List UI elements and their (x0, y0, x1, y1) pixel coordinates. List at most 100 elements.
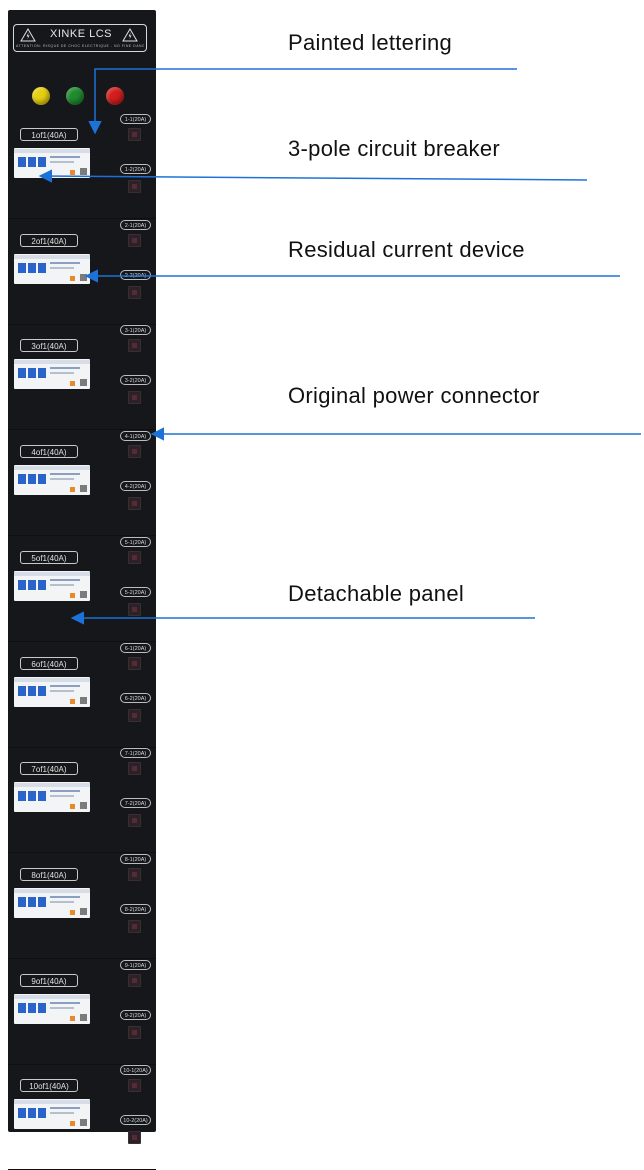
socket-label: 8-2(20A) (120, 903, 151, 914)
breaker-pole (18, 791, 26, 802)
power-connector (128, 339, 141, 353)
power-connector (128, 602, 141, 616)
callout-residual-current-device: Residual current device (288, 237, 525, 262)
circuit-breaker (14, 359, 90, 390)
breaker-pole (28, 685, 36, 696)
socket-label: 7-2(20A) (120, 798, 151, 809)
breaker-module: 6of1(40A) 6-1(20A) 6-2(20A) (8, 639, 156, 748)
module-label: 5of1(40A) (20, 550, 78, 564)
breaker-pole (18, 157, 26, 167)
breaker-pole (28, 1108, 36, 1119)
socket-label: 10-2(20A) (120, 1115, 151, 1126)
circuit-breaker (14, 253, 90, 284)
power-connector (128, 391, 141, 405)
power-connector (128, 708, 141, 722)
breaker-module: 7of1(40A) 7-1(20A) 7-2(20A) (8, 744, 156, 854)
indicator-lamp-red (106, 87, 124, 105)
module-label: 3of1(40A) (20, 339, 78, 353)
breaker-pole (28, 896, 36, 907)
power-connector (128, 445, 141, 459)
indicator-lamp-yellow (32, 87, 50, 105)
circuit-breaker (14, 465, 90, 496)
module-label: 7of1(40A) (20, 762, 78, 776)
breaker-pole (18, 579, 26, 590)
power-connector (128, 656, 141, 670)
breaker-pole (28, 791, 36, 802)
brand-plate: XINKE LCS ATTENTION: RISQUE DE CHOC ELEC… (13, 24, 147, 52)
module-label: 10of1(40A) (20, 1079, 78, 1093)
breaker-pole (18, 368, 26, 379)
socket-label: 6-1(20A) (120, 642, 151, 653)
power-connector (128, 814, 141, 828)
socket-label: 2-1(20A) (120, 219, 151, 230)
power-connector (128, 497, 141, 511)
breaker-pole (18, 685, 26, 696)
module-label: 1of1(40A) (20, 128, 78, 141)
circuit-breaker (14, 676, 90, 707)
socket-label: 1-2(20A) (120, 164, 151, 174)
callout-three-pole-circuit-breaker: 3-pole circuit breaker (288, 136, 501, 161)
circuit-breaker (14, 570, 90, 601)
breaker-pole (38, 474, 46, 485)
circuit-breaker (14, 148, 90, 178)
power-connector (128, 919, 141, 933)
breaker-pole (38, 1108, 46, 1119)
breaker-pole (38, 157, 46, 167)
warning-triangle-icon (20, 28, 36, 42)
power-connector (128, 233, 141, 247)
breaker-module: 8of1(40A) 8-1(20A) 8-2(20A) (8, 850, 156, 959)
socket-label: 2-2(20A) (120, 269, 151, 280)
breaker-pole (38, 262, 46, 273)
callout-painted-lettering: Painted lettering (288, 30, 453, 55)
socket-label: 7-1(20A) (120, 748, 151, 759)
breaker-pole (18, 474, 26, 485)
power-connector (128, 128, 141, 141)
power-connector (128, 1079, 141, 1093)
breaker-pole (38, 791, 46, 802)
distribution-panel: XINKE LCS ATTENTION: RISQUE DE CHOC ELEC… (8, 10, 156, 1170)
breaker-pole (28, 368, 36, 379)
socket-label: 3-2(20A) (120, 375, 151, 386)
warning-text: ATTENTION: RISQUE DE CHOC ELECTRIQUE - N… (16, 44, 144, 48)
circuit-breaker (14, 1099, 90, 1130)
circuit-breaker (14, 782, 90, 813)
breaker-module: 10of1(40A) 10-1(20A) 10-2(20A) (8, 1061, 156, 1170)
power-connector (128, 867, 141, 881)
brand-name: XINKE LCS (50, 28, 112, 40)
breaker-pole (28, 1002, 36, 1013)
circuit-breaker (14, 887, 90, 918)
breaker-pole (28, 579, 36, 590)
warning-triangle-icon (122, 28, 138, 42)
breaker-pole (18, 1002, 26, 1013)
module-label: 4of1(40A) (20, 445, 78, 459)
socket-label: 3-1(20A) (120, 325, 151, 336)
breaker-module: 5of1(40A) 5-1(20A) 5-2(20A) (8, 533, 156, 642)
circuit-breaker (14, 993, 90, 1024)
power-connector (128, 1131, 141, 1145)
breaker-pole (18, 1108, 26, 1119)
breaker-module: 4of1(40A) 4-1(20A) 4-2(20A) (8, 427, 156, 537)
breaker-module: 1of1(40A) 1-1(20A) 1-2(20A) (8, 110, 156, 219)
socket-label: 9-2(20A) (120, 1009, 151, 1020)
socket-label: 5-2(20A) (120, 586, 151, 597)
breaker-pole (28, 262, 36, 273)
socket-label: 1-1(20A) (120, 114, 151, 124)
breaker-module: 9of1(40A) 9-1(20A) 9-2(20A) (8, 956, 156, 1065)
breaker-pole (38, 896, 46, 907)
breaker-pole (38, 579, 46, 590)
arrow-painted-lettering (88, 68, 517, 135)
callout-original-power-connector: Original power connector (288, 383, 540, 408)
socket-label: 5-1(20A) (120, 536, 151, 547)
breaker-module: 3of1(40A) 3-1(20A) 3-2(20A) (8, 321, 156, 431)
socket-label: 4-2(20A) (120, 481, 151, 492)
socket-label: 6-2(20A) (120, 692, 151, 703)
breaker-pole (18, 262, 26, 273)
module-label: 6of1(40A) (20, 656, 78, 670)
breaker-pole (18, 896, 26, 907)
module-label: 9of1(40A) (20, 973, 78, 987)
indicator-lamp-green (66, 87, 84, 105)
socket-label: 9-1(20A) (120, 959, 151, 970)
callout-detachable-panel: Detachable panel (288, 581, 465, 606)
socket-label: 4-1(20A) (120, 431, 151, 442)
power-connector (128, 973, 141, 987)
